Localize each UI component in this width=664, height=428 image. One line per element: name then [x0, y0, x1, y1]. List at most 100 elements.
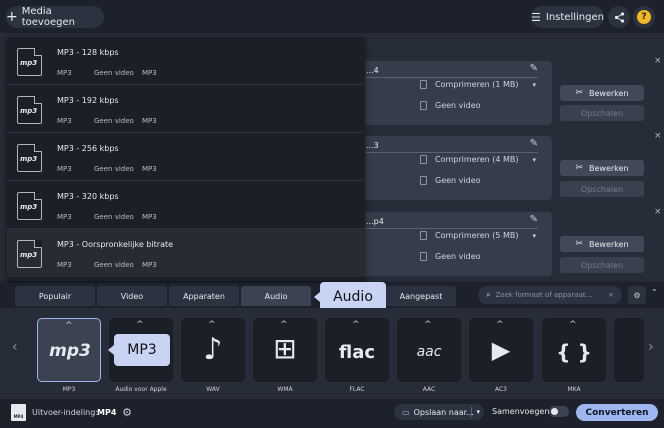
format-label: MKA: [567, 386, 581, 393]
tab-apparaten[interactable]: Apparaten: [169, 286, 239, 306]
top-toolbar: + Media toevoegen ☰ Instellingen ?: [0, 0, 664, 33]
format-settings-icon: ⚙: [633, 290, 641, 300]
chevron-down-icon: ▾: [532, 155, 537, 164]
file-name-underline: [366, 152, 538, 153]
upscale-label: Opschalen: [580, 108, 624, 118]
file-name: ...3: [366, 141, 379, 150]
format-label: WAV: [206, 386, 220, 393]
mp3-file-icon: mp3: [17, 48, 42, 76]
chevron-up-icon: ^: [424, 320, 432, 330]
settings-button[interactable]: ☰ Instellingen: [531, 6, 604, 28]
output-format-value[interactable]: MP4: [97, 408, 116, 417]
settings-label: Instellingen: [545, 11, 604, 23]
compress-icon: [420, 80, 427, 89]
pencil-icon[interactable]: ✎: [530, 63, 538, 74]
preset-video: Geen video: [94, 69, 134, 77]
music-note-icon: ♪: [203, 332, 223, 367]
share-icon: [614, 11, 624, 23]
preset-option[interactable]: mp3 MP3 - 192 kbps MP3 Geen video MP3: [7, 85, 365, 133]
file-name: ...p4: [366, 217, 384, 226]
search-placeholder: Zoek formaat of apparaat...: [495, 291, 593, 299]
upscale-button[interactable]: Opschalen: [560, 105, 644, 121]
preset-option[interactable]: mp3 MP3 - 256 kbps MP3 Geen video MP3: [7, 133, 365, 181]
edit-button[interactable]: ✂ Bewerken: [560, 85, 644, 101]
preset-format: MP3: [142, 165, 157, 173]
mp3-icon: mp3: [49, 341, 91, 361]
format-next-partial[interactable]: [614, 318, 644, 382]
preset-option[interactable]: mp3 MP3 - 320 kbps MP3 Geen video MP3: [7, 181, 365, 229]
edit-button[interactable]: ✂ Bewerken: [560, 160, 644, 176]
preset-video: Geen video: [94, 213, 134, 221]
add-media-button[interactable]: + Media toevoegen: [6, 6, 104, 28]
chevron-up-icon: ^: [352, 320, 360, 330]
pencil-icon[interactable]: ✎: [530, 214, 538, 225]
gear-icon[interactable]: ⚙: [120, 405, 134, 419]
format-flac[interactable]: ^ flac: [325, 318, 389, 382]
preset-audio-codec: MP3: [57, 69, 72, 77]
clear-search-icon[interactable]: ×: [608, 291, 614, 299]
compress-dropdown[interactable]: Comprimeren (5 MB) ▾: [420, 231, 536, 240]
scroll-left-icon[interactable]: ‹: [12, 339, 18, 355]
format-mka[interactable]: ^ { }: [542, 318, 606, 382]
scissors-icon: ✂: [575, 163, 584, 173]
upscale-button[interactable]: Opschalen: [560, 181, 644, 197]
preset-video: Geen video: [94, 117, 134, 125]
chevron-down-icon[interactable]: ▾: [476, 408, 480, 416]
custom-format-button[interactable]: ⚙: [628, 286, 646, 304]
format-label: FLAC: [349, 386, 365, 393]
search-icon: ⌕: [486, 290, 491, 299]
video-track[interactable]: Geen video: [420, 252, 481, 261]
tab-video[interactable]: Video: [97, 286, 167, 306]
convert-button[interactable]: Converteren: [576, 404, 658, 421]
video-track[interactable]: Geen video: [420, 176, 481, 185]
mka-icon: { }: [556, 340, 592, 364]
upscale-label: Opschalen: [580, 184, 624, 194]
format-wav[interactable]: ^ ♪: [181, 318, 245, 382]
aac-icon: aac: [416, 344, 442, 360]
share-button[interactable]: [608, 6, 630, 28]
format-mp3[interactable]: ^ mp3: [37, 318, 101, 382]
format-wma[interactable]: ^ ⊞: [253, 318, 317, 382]
format-search-input[interactable]: ⌕ Zoek formaat of apparaat... ×: [478, 286, 622, 304]
flac-icon: flac: [338, 342, 376, 363]
chevron-up-icon: ^: [569, 320, 577, 330]
pencil-icon[interactable]: ✎: [530, 138, 538, 149]
tab-populair[interactable]: Populair: [15, 286, 95, 306]
preset-option[interactable]: mp3 MP3 - 128 kbps MP3 Geen video MP3: [7, 37, 365, 85]
help-button[interactable]: ?: [633, 6, 655, 28]
compress-icon: [420, 231, 427, 240]
preset-option[interactable]: mp3 MP3 - Oorspronkelijke bitrate MP3 Ge…: [7, 229, 365, 277]
compress-dropdown[interactable]: Comprimeren (4 MB) ▾: [420, 155, 536, 164]
upscale-button[interactable]: Opschalen: [560, 257, 644, 273]
video-label: Geen video: [435, 252, 481, 261]
edit-button[interactable]: ✂ Bewerken: [560, 236, 644, 252]
video-track[interactable]: Geen video: [420, 101, 481, 110]
format-ac3[interactable]: ^ ▶: [469, 318, 533, 382]
tab-audio[interactable]: Audio: [241, 286, 311, 306]
format-label: AAC: [422, 386, 436, 393]
add-media-label: Media toevoegen: [21, 6, 75, 28]
format-aac[interactable]: ^ aac: [397, 318, 461, 382]
scissors-icon: ✂: [575, 88, 584, 98]
remove-file-icon[interactable]: ×: [654, 131, 662, 141]
remove-file-icon[interactable]: ×: [654, 56, 662, 66]
plus-icon: +: [6, 9, 18, 25]
compress-icon: [420, 155, 427, 164]
preset-video: Geen video: [94, 165, 134, 173]
tab-aangepast[interactable]: Aangepast: [386, 286, 456, 306]
save-to-button[interactable]: ▭ Opslaan naar... ▾: [394, 404, 484, 420]
tooltip-mp3: MP3: [108, 334, 170, 366]
scroll-right-icon[interactable]: ›: [648, 339, 654, 355]
remove-file-icon[interactable]: ×: [654, 207, 662, 217]
chevron-up-icon: ^: [208, 320, 216, 330]
preset-dropdown: mp3 MP3 - 128 kbps MP3 Geen video MP3 mp…: [7, 37, 365, 281]
format-label: AC3: [494, 386, 507, 393]
format-label: WMA: [277, 386, 293, 393]
merge-toggle[interactable]: [549, 406, 569, 417]
chevron-down-icon[interactable]: ⌄: [651, 284, 658, 293]
chevron-up-icon: ^: [280, 320, 288, 330]
folder-icon: ▭: [402, 407, 410, 417]
preset-title: MP3 - 128 kbps: [57, 48, 119, 57]
compress-dropdown[interactable]: Comprimeren (1 MB) ▾: [420, 80, 536, 89]
divider: [471, 407, 472, 417]
